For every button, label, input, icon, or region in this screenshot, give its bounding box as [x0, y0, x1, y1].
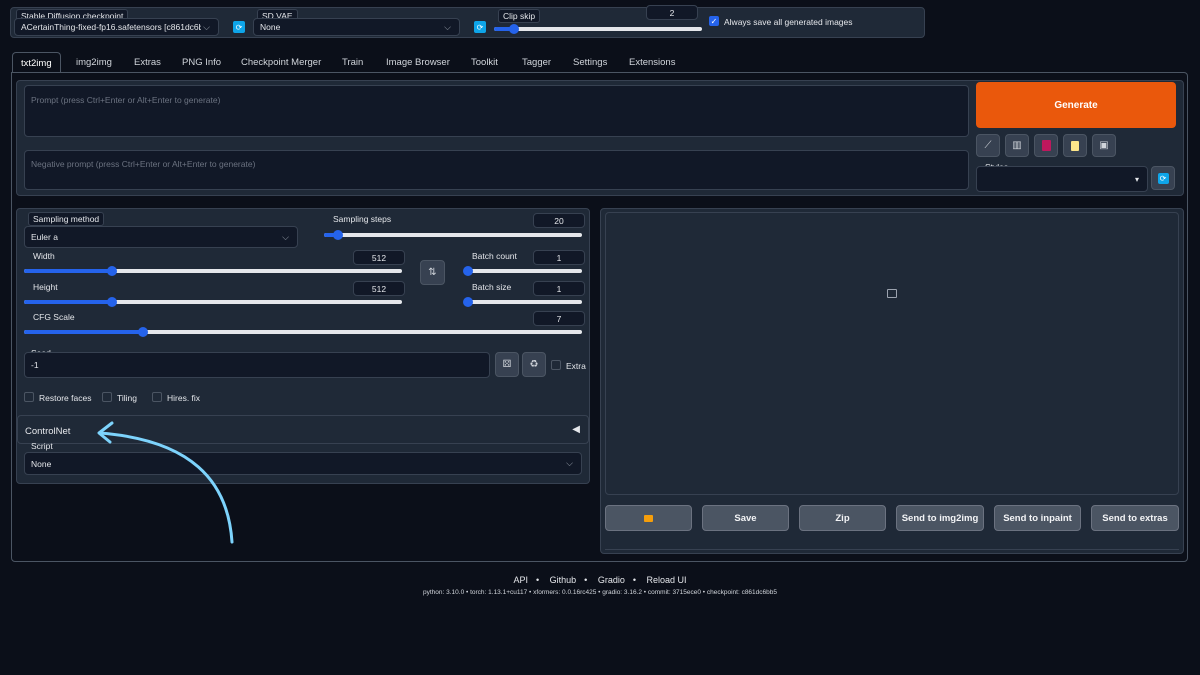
sampling-steps-number[interactable]: 20: [533, 213, 585, 228]
cfg-scale-slider[interactable]: [24, 327, 582, 337]
recycle-icon[interactable]: ♻: [522, 352, 546, 377]
footer-version-info: python: 3.10.0 • torch: 1.13.1+cu117 • x…: [423, 589, 777, 596]
tab-extensions[interactable]: Extensions: [629, 52, 675, 72]
clipboard-icon[interactable]: [1063, 134, 1087, 157]
sampling-method-label: Sampling method: [28, 212, 105, 226]
folder-icon: [644, 514, 653, 522]
output-gallery: [605, 212, 1179, 495]
width-number[interactable]: 512: [353, 250, 405, 265]
height-number[interactable]: 512: [353, 281, 405, 296]
footer-link-gradio[interactable]: Gradio: [598, 575, 625, 585]
vae-value: None: [260, 22, 281, 32]
pencil-icon[interactable]: ⟋: [976, 134, 1000, 157]
checkpoint-value: ACertainThing-fixed-fp16.safetensors [c8…: [21, 22, 201, 32]
tab-settings[interactable]: Settings: [573, 52, 607, 72]
seed-value: -1: [31, 360, 39, 370]
footer-link-api[interactable]: API: [513, 575, 528, 585]
tab-img2img[interactable]: img2img: [76, 52, 112, 72]
chevron-down-icon: ⌵: [444, 21, 451, 32]
prompt-textarea[interactable]: Prompt (press Ctrl+Enter or Alt+Enter to…: [24, 85, 969, 137]
tab-extras[interactable]: Extras: [134, 52, 161, 72]
batch-count-slider[interactable]: [463, 266, 582, 276]
tab-image-browser[interactable]: Image Browser: [386, 52, 450, 72]
width-slider[interactable]: [24, 266, 402, 276]
tab-train[interactable]: Train: [342, 52, 363, 72]
restore-faces-label: Restore faces: [39, 393, 92, 403]
batch-count-number[interactable]: 1: [533, 250, 585, 265]
sampling-method-value: Euler a: [31, 232, 58, 242]
chevron-down-icon: ⌵: [282, 231, 289, 242]
footer-links: API • Github • Gradio • Reload UI: [513, 575, 687, 585]
checkpoint-refresh-icon[interactable]: ⟳: [233, 21, 245, 33]
clip-skip-slider[interactable]: [494, 24, 702, 34]
width-label: Width: [33, 251, 55, 261]
output-divider: [605, 549, 1179, 550]
dice-icon[interactable]: ⚄: [495, 352, 519, 377]
always-save-label: Always save all generated images: [724, 17, 853, 27]
height-slider[interactable]: [24, 297, 402, 307]
sampling-steps-label: Sampling steps: [333, 214, 392, 224]
batch-size-number[interactable]: 1: [533, 281, 585, 296]
sampling-steps-slider[interactable]: [324, 230, 582, 240]
send-to-inpaint-button[interactable]: Send to inpaint: [994, 505, 1081, 531]
script-label: Script: [31, 441, 53, 451]
negative-prompt-placeholder: Negative prompt (press Ctrl+Enter or Alt…: [31, 159, 256, 169]
sampling-method-select[interactable]: Euler a ⌵: [24, 226, 298, 248]
script-value: None: [31, 458, 52, 469]
batch-size-slider[interactable]: [463, 297, 582, 307]
vae-select[interactable]: None ⌵: [253, 18, 460, 36]
caret-down-icon: ▾: [1134, 174, 1139, 184]
clip-skip-label: Clip skip: [498, 9, 541, 23]
tiling-checkbox[interactable]: [102, 392, 112, 402]
footer-link-reload-ui[interactable]: Reload UI: [647, 575, 687, 585]
annotation-arrow: [97, 421, 234, 544]
clip-skip-number[interactable]: 2: [646, 5, 698, 20]
save-icon[interactable]: ▣: [1092, 134, 1116, 157]
open-folder-button[interactable]: [605, 505, 692, 531]
height-label: Height: [33, 282, 58, 292]
cfg-scale-number[interactable]: 7: [533, 311, 585, 326]
batch-count-label: Batch count: [472, 251, 517, 261]
send-to-img2img-button[interactable]: Send to img2img: [896, 505, 984, 531]
tab-toolkit[interactable]: Toolkit: [471, 52, 498, 72]
chevron-down-icon: ⌵: [566, 458, 573, 468]
save-button[interactable]: Save: [702, 505, 789, 531]
tab-checkpoint-merger[interactable]: Checkpoint Merger: [241, 52, 321, 72]
annotation-arrow-path: [98, 431, 234, 544]
extra-seed-label: Extra: [566, 361, 586, 371]
tiling-label: Tiling: [117, 393, 137, 403]
collapse-triangle-icon: ◀: [572, 424, 580, 435]
styles-refresh-icon[interactable]: ⟳: [1151, 166, 1175, 190]
tab-tagger[interactable]: Tagger: [522, 52, 551, 72]
tab-txt2img[interactable]: txt2img: [12, 52, 61, 73]
tab-png-info[interactable]: PNG Info: [182, 52, 221, 72]
hires-fix-checkbox[interactable]: [152, 392, 162, 402]
send-to-extras-button[interactable]: Send to extras: [1091, 505, 1179, 531]
restore-faces-checkbox[interactable]: [24, 392, 34, 402]
image-placeholder-icon: [887, 289, 897, 298]
trash-icon[interactable]: ▥: [1005, 134, 1029, 157]
batch-size-label: Batch size: [472, 282, 512, 292]
seed-input[interactable]: -1: [24, 352, 490, 378]
swap-dimensions-icon[interactable]: ⇅: [420, 260, 445, 285]
zip-button[interactable]: Zip: [799, 505, 886, 531]
cfg-scale-label: CFG Scale: [33, 312, 75, 322]
checkpoint-select[interactable]: ACertainThing-fixed-fp16.safetensors [c8…: [14, 18, 219, 36]
vae-refresh-icon[interactable]: ⟳: [474, 21, 486, 33]
hires-fix-label: Hires. fix: [167, 393, 201, 403]
generate-button[interactable]: Generate: [976, 82, 1176, 128]
controlnet-label: ControlNet: [25, 426, 71, 437]
styles-select[interactable]: ▾: [976, 166, 1148, 192]
extra-seed-checkbox[interactable]: [551, 360, 561, 370]
card-icon[interactable]: [1034, 134, 1058, 157]
footer-link-github[interactable]: Github: [550, 575, 577, 585]
always-save-checkbox[interactable]: ✓: [709, 16, 719, 26]
negative-prompt-textarea[interactable]: Negative prompt (press Ctrl+Enter or Alt…: [24, 150, 969, 190]
prompt-placeholder: Prompt (press Ctrl+Enter or Alt+Enter to…: [31, 95, 221, 105]
chevron-down-icon: ⌵: [203, 21, 210, 32]
